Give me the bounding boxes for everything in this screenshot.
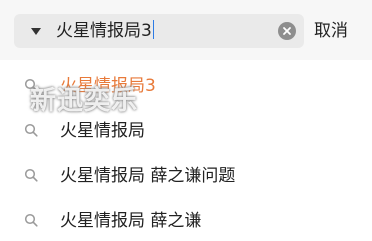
suggestion-item[interactable]: 火星情报局 薛之谦 bbox=[0, 198, 372, 241]
suggestion-label: 火星情报局 薛之谦问题 bbox=[60, 166, 236, 186]
search-icon bbox=[24, 213, 38, 227]
suggestion-item[interactable]: 火星情报局 bbox=[0, 108, 372, 153]
search-bar: 火星情报局3 取消 bbox=[0, 0, 372, 60]
cancel-button[interactable]: 取消 bbox=[314, 16, 348, 46]
clear-icon[interactable] bbox=[278, 22, 296, 40]
chevron-down-icon[interactable] bbox=[31, 28, 41, 35]
search-icon bbox=[24, 168, 38, 182]
search-query-value: 火星情报局3 bbox=[56, 21, 152, 41]
suggestion-label: 火星情报局 bbox=[60, 121, 145, 141]
suggestion-item[interactable]: 火星情报局 薛之谦问题 bbox=[0, 153, 372, 198]
search-query-text[interactable]: 火星情报局3 bbox=[56, 19, 154, 43]
search-icon bbox=[24, 78, 38, 92]
suggestion-label: 火星情报局3 bbox=[60, 76, 156, 96]
suggestion-label: 火星情报局 薛之谦 bbox=[60, 211, 202, 231]
text-cursor bbox=[152, 20, 154, 39]
suggestion-item[interactable]: 火星情报局3 bbox=[0, 63, 372, 108]
search-input[interactable]: 火星情报局3 bbox=[14, 14, 304, 48]
search-icon bbox=[24, 123, 38, 137]
search-screen: 火星情报局3 取消 火星情报局3 火星情报局 火星情报局 薛之谦问题 火星情报局… bbox=[0, 0, 372, 241]
